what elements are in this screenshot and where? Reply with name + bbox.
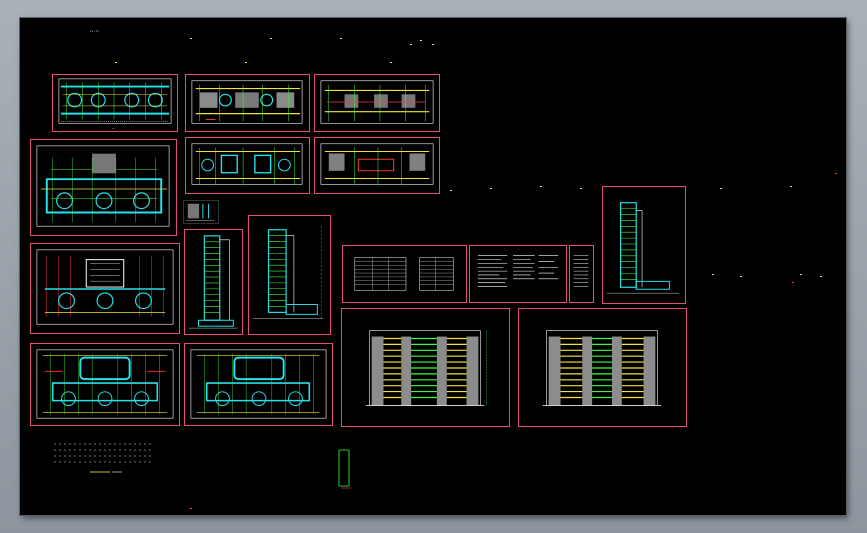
stray-mark xyxy=(490,188,492,189)
table-3-drawing xyxy=(573,255,589,287)
plan-5-drawing xyxy=(191,143,303,185)
site-plan-sketch xyxy=(54,443,154,473)
stray-mark xyxy=(720,188,722,189)
sheet-plan-8[interactable] xyxy=(30,243,180,334)
stray-mark xyxy=(190,508,192,509)
elev-2-drawing xyxy=(542,330,662,406)
header-tick xyxy=(340,38,342,39)
sheet-plan-7[interactable] xyxy=(183,200,219,224)
sheet-table-2[interactable] xyxy=(469,245,567,303)
sheet-plan-2[interactable] xyxy=(185,74,310,132)
section-3-drawing xyxy=(606,202,680,294)
table-1-drawing xyxy=(354,257,454,291)
plan-1-drawing: ― xyxy=(58,78,172,130)
elev-1-drawing xyxy=(365,330,487,406)
sheet-table-1[interactable] xyxy=(342,245,467,303)
sheet-table-3[interactable] xyxy=(569,245,594,303)
sheet-elev-2[interactable] xyxy=(518,308,687,427)
stray-mark xyxy=(580,188,582,189)
sheet-plan-10[interactable] xyxy=(184,343,333,426)
table-2-drawing xyxy=(477,255,559,287)
section-1-drawing xyxy=(188,235,238,329)
plan-6-drawing xyxy=(320,143,434,185)
stray-mark xyxy=(790,186,792,187)
sheet-plan-1[interactable]: ― xyxy=(52,74,178,132)
stray-mark xyxy=(792,282,794,283)
stray-mark xyxy=(835,173,837,174)
sheet-plan-4[interactable] xyxy=(30,139,177,236)
cad-drawing-canvas[interactable]: ⌒·⌒ ― xyxy=(20,18,846,515)
sheet-plan-9[interactable] xyxy=(30,343,180,426)
header-tick xyxy=(432,44,434,45)
stray-mark xyxy=(450,190,452,191)
detail-sketch xyxy=(338,449,351,489)
stray-mark xyxy=(540,186,542,187)
stray-mark xyxy=(740,276,742,277)
header-tick xyxy=(410,44,412,45)
sheet-plan-6[interactable] xyxy=(314,137,440,194)
viewport-frame: ⌒·⌒ ― xyxy=(0,0,867,533)
sheet-elev-1[interactable] xyxy=(341,308,510,427)
sheet-section-1[interactable] xyxy=(184,229,243,335)
stray-mark xyxy=(800,274,802,275)
header-tick xyxy=(245,62,247,63)
plan-3-drawing xyxy=(320,80,434,124)
section-2-drawing xyxy=(252,225,324,319)
stray-mark xyxy=(820,276,822,277)
plan-7-drawing xyxy=(185,203,215,221)
plan-2-drawing xyxy=(191,80,303,124)
header-tick xyxy=(115,62,117,63)
sheet-section-3[interactable] xyxy=(602,186,686,304)
header-tick xyxy=(390,62,392,63)
plan-9-drawing xyxy=(36,349,174,419)
plan-4-drawing xyxy=(36,145,170,227)
plan-10-drawing xyxy=(190,349,327,419)
plan-8-drawing xyxy=(36,249,174,325)
stray-mark xyxy=(712,274,714,275)
header-tick xyxy=(270,38,272,39)
sheet-section-2[interactable] xyxy=(248,215,331,335)
header-title-mark: ⌒·⌒ xyxy=(90,29,100,35)
header-tick xyxy=(420,40,422,41)
header-tick xyxy=(190,38,192,39)
svg-text:―: ― xyxy=(112,125,115,130)
sheet-plan-5[interactable] xyxy=(185,137,310,194)
sheet-plan-3[interactable] xyxy=(314,74,440,132)
